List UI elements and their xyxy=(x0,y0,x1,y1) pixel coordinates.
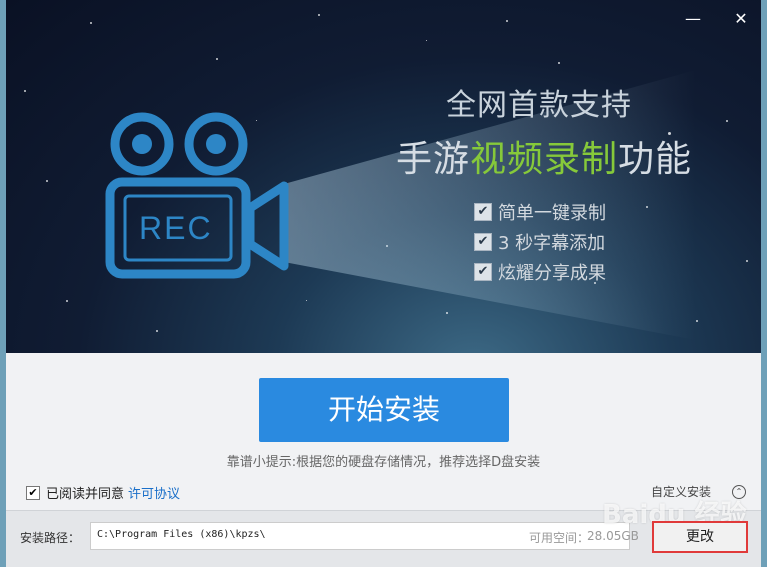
headline-line1: 全网首款支持 xyxy=(446,88,632,123)
install-tip: 靠谱小提示:根据您的硬盘存储情况，推荐选择D盘安装 xyxy=(226,455,541,470)
headline-suffix: 功能 xyxy=(618,139,693,180)
change-path-button[interactable]: 更改 xyxy=(652,521,748,553)
agreement-checkbox[interactable]: ✔ xyxy=(26,485,40,500)
headline-highlight: 视频录制 xyxy=(470,139,619,180)
video-camera-icon xyxy=(105,112,289,279)
free-space-label: 可用空间： xyxy=(529,531,590,545)
license-link[interactable]: 许可协议 xyxy=(128,483,180,502)
rec-label: REC xyxy=(139,210,213,246)
install-path-label: 安装路径： xyxy=(20,531,81,545)
free-space-value: 28.05GB xyxy=(587,529,639,543)
feature-item: ✔ 3 秒字幕添加 xyxy=(474,227,606,257)
feature-label: 3 秒字幕添加 xyxy=(498,233,606,254)
feature-item: ✔ 炫耀分享成果 xyxy=(474,257,606,287)
start-install-button[interactable]: 开始安装 xyxy=(259,378,509,442)
headline-prefix: 手游 xyxy=(396,139,471,180)
headline-line2: 手游视频录制功能 xyxy=(396,130,692,182)
feature-label: 简单一键录制 xyxy=(498,203,606,224)
promo-banner: REC 全网首款支持 手游视频录制功能 ✔ 简单一键录制 ✔ 3 秒字幕添加 ✔… xyxy=(6,0,761,353)
close-button[interactable]: ✕ xyxy=(730,8,752,30)
checkmark-icon: ✔ xyxy=(474,233,492,251)
feature-label: 炫耀分享成果 xyxy=(498,263,606,284)
install-path-input[interactable] xyxy=(97,529,397,540)
checkmark-icon: ✔ xyxy=(474,263,492,281)
agreement-label: 已阅读并同意 xyxy=(46,487,125,502)
feature-item: ✔ 简单一键录制 xyxy=(474,197,606,227)
agreement-row: ✔ 已阅读并同意 许可协议 xyxy=(26,483,180,502)
checkmark-icon: ✔ xyxy=(474,203,492,221)
installer-window: REC 全网首款支持 手游视频录制功能 ✔ 简单一键录制 ✔ 3 秒字幕添加 ✔… xyxy=(6,0,761,567)
install-path-field: 可用空间： 28.05GB xyxy=(90,522,639,550)
minimize-button[interactable]: — xyxy=(682,8,704,30)
feature-list: ✔ 简单一键录制 ✔ 3 秒字幕添加 ✔ 炫耀分享成果 xyxy=(474,197,606,287)
